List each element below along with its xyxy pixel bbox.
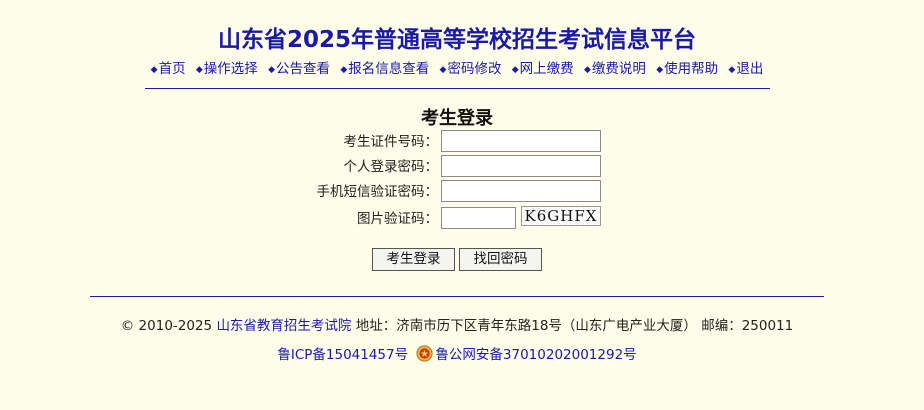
- diamond-bullet-icon: ◆: [511, 65, 519, 75]
- nav-item-label: 网上缴费: [519, 61, 574, 77]
- id-number-input[interactable]: [441, 130, 601, 152]
- password-row: 个人登录密码：: [0, 155, 924, 179]
- diamond-bullet-icon: ◆: [150, 65, 158, 75]
- nav-item-operation[interactable]: ◆操作选择: [196, 61, 258, 77]
- org-link[interactable]: 山东省教育招生考试院: [216, 318, 351, 334]
- diamond-bullet-icon: ◆: [268, 65, 276, 75]
- copyright-text: © 2010-2025: [120, 318, 217, 334]
- captcha-row: 图片验证码：: [0, 207, 924, 231]
- sms-code-label: 手机短信验证密码：: [316, 184, 439, 200]
- nav-item-registration-info[interactable]: ◆报名信息查看: [340, 61, 429, 77]
- nav-item-label: 缴费说明: [591, 61, 646, 77]
- diamond-bullet-icon: ◆: [340, 65, 348, 75]
- sms-code-row: 手机短信验证密码：: [0, 180, 924, 204]
- nav-item-payment-info[interactable]: ◆缴费说明: [584, 61, 646, 77]
- password-label: 个人登录密码：: [343, 159, 439, 175]
- page: 山东省2025年普通高等学校招生考试信息平台 ◆首页 ◆操作选择 ◆公告查看 ◆…: [0, 0, 924, 410]
- nav-item-label: 首页: [158, 61, 186, 77]
- captcha-label: 图片验证码：: [357, 211, 438, 227]
- diamond-bullet-icon: ◆: [656, 65, 664, 75]
- diamond-bullet-icon: ◆: [439, 65, 447, 75]
- nav-item-help[interactable]: ◆使用帮助: [656, 61, 718, 77]
- address-text: 地址：济南市历下区青年东路18号（山东广电产业大厦） 邮编：250011: [351, 318, 794, 334]
- footer-registration: 鲁ICP备15041457号 鲁公网安备37010202001292号: [0, 343, 914, 363]
- captcha-image[interactable]: K6GHFX: [521, 206, 601, 226]
- top-nav: ◆首页 ◆操作选择 ◆公告查看 ◆报名信息查看 ◆密码修改 ◆网上缴费 ◆缴费说…: [0, 57, 914, 77]
- police-record-link[interactable]: 鲁公网安备37010202001292号: [435, 347, 636, 363]
- nav-item-label: 密码修改: [447, 61, 502, 77]
- nav-item-label: 使用帮助: [664, 61, 719, 77]
- nav-item-label: 操作选择: [203, 61, 258, 77]
- id-number-label: 考生证件号码：: [343, 134, 439, 150]
- password-input[interactable]: [441, 155, 601, 177]
- footer-copyright: © 2010-2025 山东省教育招生考试院 地址：济南市历下区青年东路18号（…: [0, 314, 914, 334]
- page-title: 山东省2025年普通高等学校招生考试信息平台: [217, 27, 696, 53]
- police-badge-icon: [416, 345, 433, 362]
- diamond-bullet-icon: ◆: [195, 65, 203, 75]
- footer-divider: [90, 296, 824, 297]
- icp-link[interactable]: 鲁ICP备15041457号: [277, 347, 408, 363]
- sms-code-input[interactable]: [441, 180, 601, 202]
- nav-item-label: 报名信息查看: [348, 61, 430, 77]
- diamond-bullet-icon: ◆: [728, 65, 736, 75]
- diamond-bullet-icon: ◆: [583, 65, 591, 75]
- captcha-input[interactable]: [441, 207, 516, 229]
- nav-item-logout[interactable]: ◆退出: [728, 61, 763, 77]
- header-divider: [145, 88, 770, 89]
- nav-item-online-payment[interactable]: ◆网上缴费: [512, 61, 574, 77]
- nav-item-label: 退出: [736, 61, 764, 77]
- nav-item-label: 公告查看: [276, 61, 331, 77]
- nav-item-notices[interactable]: ◆公告查看: [268, 61, 330, 77]
- nav-item-change-password[interactable]: ◆密码修改: [440, 61, 502, 77]
- login-form-title: 考生登录: [421, 108, 493, 129]
- login-button[interactable]: 考生登录: [372, 248, 455, 271]
- nav-item-home[interactable]: ◆首页: [151, 61, 186, 77]
- find-password-button[interactable]: 找回密码: [459, 248, 542, 271]
- id-number-row: 考生证件号码：: [0, 130, 924, 154]
